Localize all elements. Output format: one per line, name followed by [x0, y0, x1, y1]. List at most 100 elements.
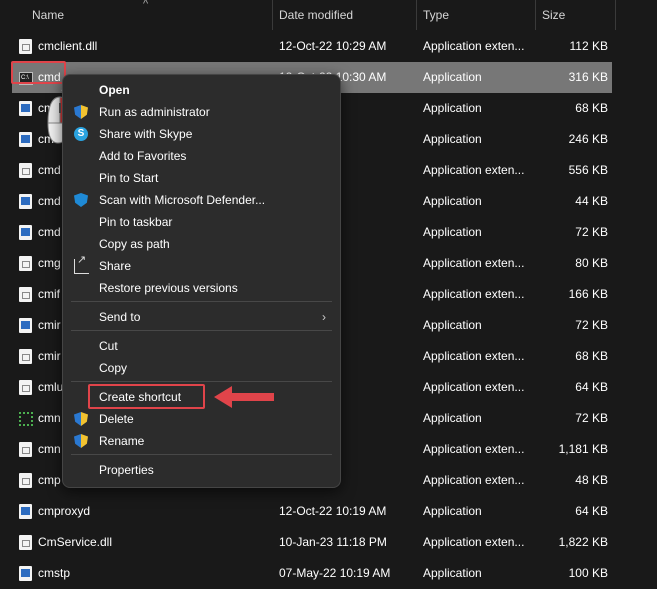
- menu-item-pin-to-taskbar[interactable]: Pin to taskbar: [63, 211, 340, 233]
- menu-item-delete[interactable]: Delete: [63, 408, 340, 430]
- dll-icon: [19, 349, 32, 364]
- file-date: 12-Oct-22 10:19 AM: [279, 504, 387, 518]
- menu-item-label: Scan with Microsoft Defender...: [99, 193, 266, 207]
- app-icon: [19, 132, 32, 147]
- menu-item-label: Copy as path: [99, 237, 170, 251]
- file-row[interactable]: cmstp 07-May-22 10:19 AM Application 100 KB: [0, 558, 657, 589]
- shield-icon: [74, 105, 88, 119]
- file-size: 1,822 KB: [558, 535, 608, 549]
- file-date: 12-Oct-22 10:29 AM: [279, 39, 387, 53]
- menu-item-cut[interactable]: Cut: [63, 335, 340, 357]
- file-size: 68 KB: [575, 349, 608, 363]
- file-type: Application: [423, 194, 482, 208]
- dll-icon: [19, 473, 32, 488]
- menu-separator: [71, 301, 332, 302]
- file-row[interactable]: cmproxyd 12-Oct-22 10:19 AM Application 64 …: [0, 496, 657, 527]
- app-icon: [19, 504, 32, 519]
- file-type: Application exten...: [423, 39, 525, 53]
- app-icon: [19, 194, 32, 209]
- menu-item-label: Pin to Start: [99, 171, 159, 185]
- column-date-modified[interactable]: Date modified: [279, 0, 353, 30]
- column-divider[interactable]: [416, 0, 417, 30]
- column-header-bar: ^ Name Date modified Type Size: [0, 0, 657, 30]
- file-size: 246 KB: [568, 132, 608, 146]
- menu-item-share[interactable]: Share: [63, 249, 340, 277]
- menu-item-scan-with-microsoft-defender[interactable]: Scan with Microsoft Defender...: [63, 189, 340, 211]
- menu-item-label: Run as administrator: [99, 105, 210, 119]
- menu-item-share-with-skype[interactable]: S Share with Skype: [63, 123, 340, 145]
- menu-separator: [71, 381, 332, 382]
- file-type: Application exten...: [423, 349, 525, 363]
- file-size: 72 KB: [575, 411, 608, 425]
- dll-icon: [19, 163, 32, 178]
- create-shortcut-highlight-box: [88, 384, 205, 409]
- menu-item-label: Cut: [99, 339, 118, 353]
- menu-item-label: Delete: [99, 412, 134, 426]
- menu-item-label: Pin to taskbar: [99, 215, 173, 229]
- file-type: Application: [423, 132, 482, 146]
- column-type[interactable]: Type: [423, 0, 449, 30]
- dll-icon: [19, 287, 32, 302]
- share-icon: [74, 249, 89, 274]
- sort-caret-icon[interactable]: ^: [143, 0, 148, 10]
- column-size[interactable]: Size: [542, 0, 565, 30]
- menu-item-restore-previous-versions[interactable]: Restore previous versions: [63, 277, 340, 299]
- file-size: 316 KB: [568, 70, 608, 84]
- file-size: 68 KB: [575, 101, 608, 115]
- menu-item-label: Send to: [99, 310, 141, 324]
- file-name: CmService.dll: [38, 535, 113, 549]
- menu-item-copy[interactable]: Copy: [63, 357, 340, 379]
- menu-item-label: Share with Skype: [99, 127, 193, 141]
- menu-item-copy-as-path[interactable]: Copy as path: [63, 233, 340, 255]
- menu-item-run-as-administrator[interactable]: Run as administrator: [63, 101, 340, 123]
- file-size: 80 KB: [575, 256, 608, 270]
- file-type: Application: [423, 411, 482, 425]
- file-size: 64 KB: [575, 504, 608, 518]
- file-row[interactable]: CmService.dll 10-Jan-23 11:18 PM Applicati…: [0, 527, 657, 558]
- file-type: Application exten...: [423, 535, 525, 549]
- dll-icon: [19, 39, 32, 54]
- app-icon: [19, 225, 32, 240]
- menu-separator: [71, 454, 332, 455]
- cmd-highlight-box: [11, 61, 66, 84]
- file-name: cmstp: [38, 566, 71, 580]
- shield-icon: [74, 434, 88, 448]
- file-type: Application exten...: [423, 442, 525, 456]
- file-size: 100 KB: [568, 566, 608, 580]
- network-icon: [19, 412, 33, 426]
- file-size: 44 KB: [575, 194, 608, 208]
- file-size: 72 KB: [575, 225, 608, 239]
- file-name: cmproxyd: [38, 504, 91, 518]
- menu-item-label: Rename: [99, 434, 145, 448]
- menu-item-add-to-favorites[interactable]: Add to Favorites: [63, 145, 340, 167]
- file-type: Application: [423, 70, 482, 84]
- file-size: 1,181 KB: [558, 442, 608, 456]
- file-type: Application: [423, 101, 482, 115]
- file-size: 112 KB: [569, 39, 608, 53]
- menu-item-properties[interactable]: Properties: [63, 459, 340, 481]
- menu-item-open[interactable]: Open: [63, 79, 340, 101]
- menu-item-label: Add to Favorites: [99, 149, 187, 163]
- menu-item-label: Restore previous versions: [99, 281, 238, 295]
- skype-icon: S: [74, 127, 88, 141]
- dll-icon: [19, 442, 32, 457]
- file-type: Application exten...: [423, 256, 525, 270]
- file-row[interactable]: cmclient.dll 12-Oct-22 10:29 AM Applicatio…: [0, 31, 657, 62]
- menu-item-pin-to-start[interactable]: Pin to Start: [63, 167, 340, 189]
- menu-item-label: Properties: [99, 463, 154, 477]
- column-divider[interactable]: [272, 0, 273, 30]
- dll-icon: [19, 535, 32, 550]
- file-type: Application exten...: [423, 287, 525, 301]
- menu-separator: [71, 330, 332, 331]
- shield-icon: [74, 412, 88, 426]
- column-divider[interactable]: [615, 0, 616, 30]
- menu-item-rename[interactable]: Rename: [63, 430, 340, 452]
- menu-item-send-to[interactable]: Send to ›: [63, 306, 340, 328]
- file-size: 166 KB: [568, 287, 608, 301]
- file-name: cmclient.dll: [38, 39, 98, 53]
- app-icon: [19, 566, 32, 581]
- file-type: Application exten...: [423, 380, 525, 394]
- column-divider[interactable]: [535, 0, 536, 30]
- column-name[interactable]: Name: [32, 0, 64, 30]
- file-size: 48 KB: [575, 473, 608, 487]
